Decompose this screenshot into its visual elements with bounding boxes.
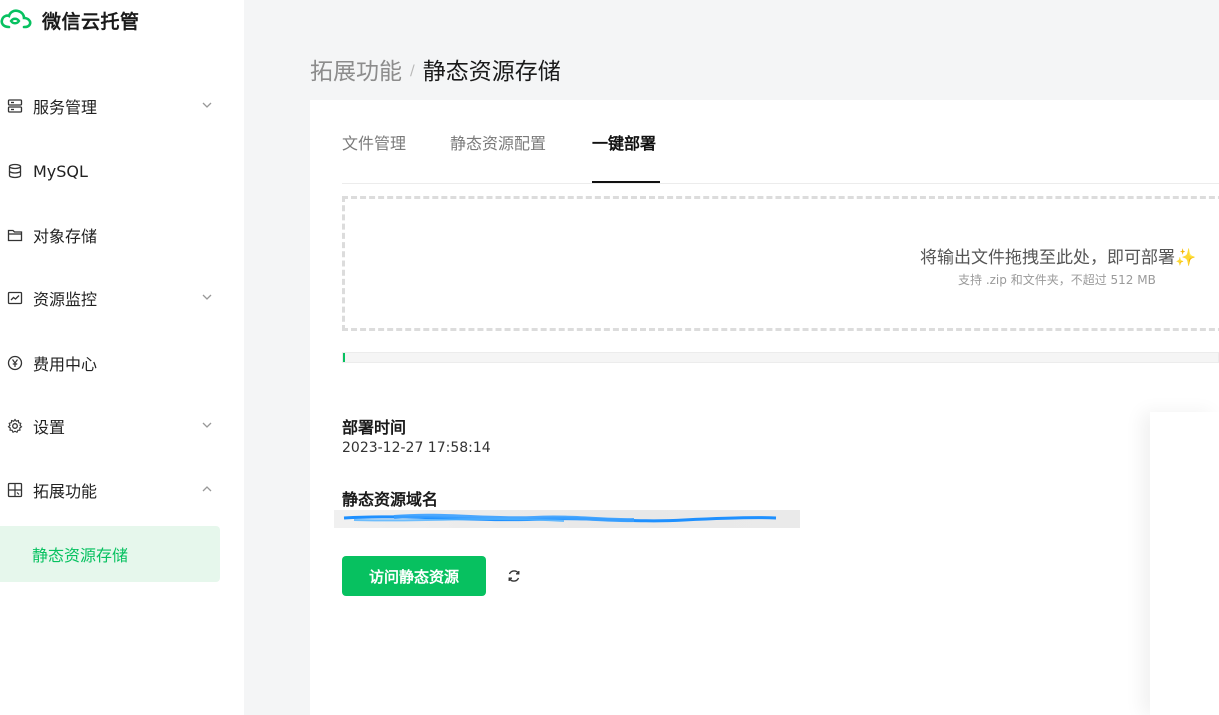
main-card: 文件管理 静态资源配置 一键部署 将输出文件拖拽至此处，即可部署✨ 支持 .zi… xyxy=(310,100,1219,715)
gear-icon xyxy=(5,416,25,436)
sidebar-item-resource-monitor[interactable]: 资源监控 xyxy=(0,277,220,319)
upload-progress-fill xyxy=(343,353,345,362)
dropzone-hint: 支持 .zip 和文件夹，不超过 512 MB xyxy=(958,273,1156,287)
sidebar-item-label: 服务管理 xyxy=(33,98,98,117)
upload-dropzone[interactable]: 将输出文件拖拽至此处，即可部署✨ 支持 .zip 和文件夹，不超过 512 MB xyxy=(342,196,1219,331)
page-title: 静态资源存储 xyxy=(422,59,561,85)
sidebar-item-object-storage[interactable]: 对象存储 xyxy=(0,214,220,256)
chevron-down-icon xyxy=(202,422,212,428)
sidebar-item-billing[interactable]: 费用中心 xyxy=(0,342,220,384)
server-icon xyxy=(5,96,25,116)
app-logo[interactable]: 微信云托管 xyxy=(0,6,140,34)
deploy-time-value: 2023-12-27 17:58:14 xyxy=(342,440,491,456)
breadcrumb: 拓展功能 / 静态资源存储 xyxy=(310,52,561,86)
tab-file-management[interactable]: 文件管理 xyxy=(342,130,406,153)
domain-label: 静态资源域名 xyxy=(342,490,439,509)
sidebar-item-label: 拓展功能 xyxy=(33,482,98,501)
chevron-down-icon xyxy=(202,294,212,300)
tab-static-config[interactable]: 静态资源配置 xyxy=(450,130,546,153)
sidebar: 微信云托管 服务管理 MySQL 对象存储 资源监控 费用中心 设置 拓展功能 … xyxy=(0,0,244,715)
monitor-chart-icon xyxy=(5,288,25,308)
active-tab-indicator xyxy=(592,181,660,183)
refresh-icon[interactable] xyxy=(506,568,522,584)
yen-icon xyxy=(5,353,25,373)
breadcrumb-separator: / xyxy=(410,63,415,79)
sidebar-subitem-label: 静态资源存储 xyxy=(32,546,129,565)
app-name: 微信云托管 xyxy=(42,10,140,33)
dropzone-title: 将输出文件拖拽至此处，即可部署✨ xyxy=(920,248,1197,268)
redacted-domain xyxy=(334,510,800,528)
side-panel xyxy=(1150,412,1219,715)
sidebar-item-label: 费用中心 xyxy=(33,355,98,374)
sidebar-item-mysql[interactable]: MySQL xyxy=(0,150,220,192)
sidebar-item-extensions[interactable]: 拓展功能 xyxy=(0,469,220,511)
sidebar-item-service-management[interactable]: 服务管理 xyxy=(0,85,220,127)
sidebar-item-label: 设置 xyxy=(33,418,66,437)
chevron-up-icon xyxy=(202,486,212,492)
extension-icon xyxy=(5,480,25,500)
folder-icon xyxy=(5,225,25,245)
sidebar-item-label: 对象存储 xyxy=(33,227,98,246)
sidebar-item-label: MySQL xyxy=(33,161,88,181)
breadcrumb-parent[interactable]: 拓展功能 xyxy=(310,52,402,86)
visit-static-resource-button[interactable]: 访问静态资源 xyxy=(342,556,486,596)
chevron-down-icon xyxy=(202,102,212,108)
cloud-logo-icon xyxy=(0,6,34,34)
sidebar-subitem-static-storage[interactable]: 静态资源存储 xyxy=(0,526,220,582)
tab-one-click-deploy[interactable]: 一键部署 xyxy=(592,130,656,153)
tab-bar: 文件管理 静态资源配置 一键部署 xyxy=(342,100,1219,184)
upload-progress-bar xyxy=(342,352,1219,363)
database-icon xyxy=(5,161,25,181)
sidebar-item-settings[interactable]: 设置 xyxy=(0,405,220,447)
deploy-time-label: 部署时间 xyxy=(342,418,407,437)
sidebar-item-label: 资源监控 xyxy=(33,290,98,309)
